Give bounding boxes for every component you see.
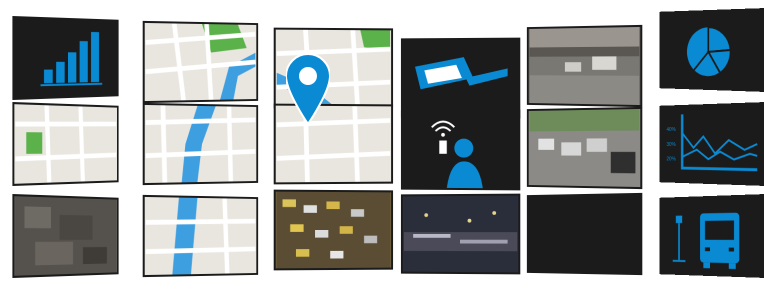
map-icon bbox=[145, 23, 257, 101]
tile-map-1[interactable] bbox=[142, 20, 259, 104]
tile-person-phone[interactable] bbox=[400, 109, 521, 191]
y-tick-40: 40% bbox=[666, 127, 676, 133]
tile-map-5[interactable] bbox=[142, 194, 259, 278]
y-tick-20: 20% bbox=[666, 156, 676, 162]
tile-traffic-photo-3[interactable] bbox=[273, 189, 394, 271]
map-icon bbox=[14, 104, 117, 184]
tile-blank-screen[interactable] bbox=[526, 192, 643, 276]
map-icon bbox=[145, 105, 257, 183]
aerial-photo bbox=[15, 196, 117, 276]
tile-map-4[interactable] bbox=[142, 102, 259, 186]
city-night-photo bbox=[403, 195, 518, 273]
camera-icon bbox=[403, 39, 518, 117]
bus-stop-icon bbox=[661, 196, 763, 276]
tile-camera[interactable] bbox=[400, 37, 521, 119]
traffic-photo bbox=[529, 108, 640, 188]
bar-chart-icon bbox=[15, 18, 117, 98]
pie-chart-icon bbox=[661, 10, 763, 90]
video-wall: 40% 30% 20% bbox=[0, 0, 764, 297]
tile-line-chart[interactable]: 40% 30% 20% bbox=[659, 102, 764, 186]
tile-traffic-photo-1[interactable] bbox=[526, 24, 643, 108]
map-pin-icon[interactable] bbox=[286, 54, 330, 124]
tile-map-3[interactable] bbox=[12, 102, 119, 186]
y-tick-30: 30% bbox=[666, 142, 676, 148]
map-icon bbox=[145, 197, 257, 275]
tile-aerial-photo[interactable] bbox=[12, 194, 119, 278]
tile-traffic-photo-2[interactable] bbox=[526, 106, 643, 190]
line-chart-icon: 40% 30% 20% bbox=[661, 104, 764, 184]
blank-screen bbox=[529, 194, 640, 274]
traffic-photo bbox=[529, 26, 640, 106]
tile-bus-stop[interactable] bbox=[659, 194, 764, 278]
tile-pie-chart[interactable] bbox=[659, 8, 764, 92]
tile-city-night-photo[interactable] bbox=[400, 193, 521, 275]
tile-bar-chart[interactable] bbox=[12, 16, 119, 100]
person-phone-icon bbox=[403, 111, 518, 189]
traffic-photo bbox=[276, 191, 391, 269]
